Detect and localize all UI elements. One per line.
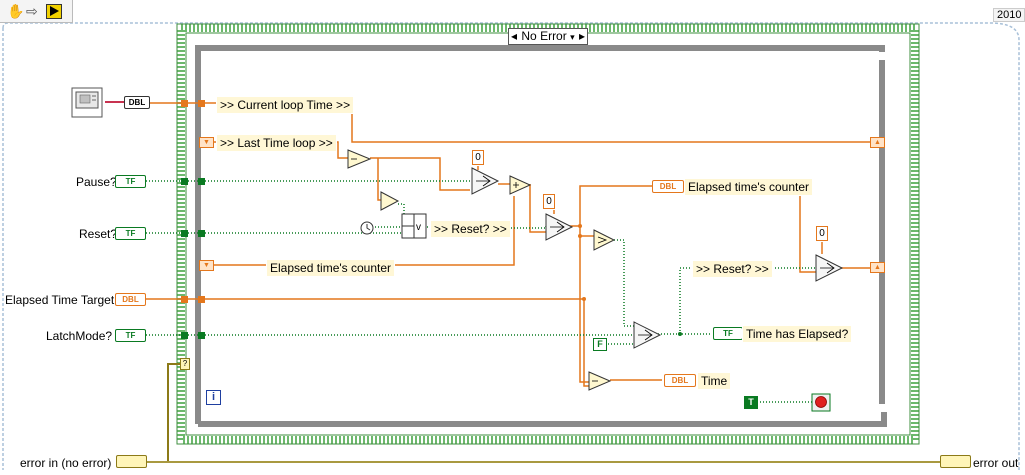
time-has-elapsed-label: Time has Elapsed? (742, 325, 853, 343)
error-out-terminal[interactable] (940, 455, 971, 468)
tunnel[interactable] (198, 230, 205, 237)
version-label: 2010 (993, 8, 1025, 22)
chevron-down-icon[interactable]: ▾ (570, 32, 575, 42)
compare-less-than-zero-function[interactable] (381, 192, 398, 210)
select-function[interactable] (634, 322, 660, 348)
hand-icon[interactable]: ✋ (7, 3, 24, 20)
stop-sign-icon[interactable] (812, 394, 830, 411)
tunnel[interactable] (181, 332, 188, 339)
shift-register-left-last-time[interactable]: ▼ (199, 137, 214, 148)
pause-control-terminal[interactable]: TF (115, 175, 146, 188)
wire-label-last-time-loop: >> Last Time loop >> (216, 134, 337, 152)
greater-or-equal-function[interactable] (594, 230, 614, 250)
wire-label-reset-out: >> Reset? >> (692, 260, 773, 278)
zero-constant[interactable]: 0 (816, 226, 828, 241)
time-output-label: Time (697, 372, 732, 390)
time-has-elapsed-terminal[interactable]: TF (713, 327, 743, 340)
latchmode-control-terminal[interactable]: TF (115, 329, 146, 342)
shift-register-left-elapsed[interactable]: ▼ (199, 260, 214, 271)
wire-label-current-loop-time: >> Current loop Time >> (216, 96, 355, 114)
tunnel[interactable] (181, 296, 188, 303)
tick-count-icon[interactable] (72, 88, 102, 117)
add-function[interactable] (510, 176, 530, 194)
wire-label-elapsed-counter-in: Elapsed time's counter (266, 259, 396, 277)
tick-count-dbl-conversion[interactable]: DBL (124, 96, 150, 109)
case-selector[interactable]: ◂ No Error ▾ ▸ (508, 28, 588, 45)
subtract-function[interactable] (348, 150, 370, 168)
arrow-icon[interactable]: ⇨ (26, 3, 38, 20)
subtract-function[interactable] (589, 372, 610, 390)
time-output-terminal[interactable]: DBL (664, 374, 696, 387)
tunnel[interactable] (198, 178, 205, 185)
tunnel[interactable] (198, 296, 205, 303)
reset-control-label: Reset? (79, 227, 118, 241)
tunnel[interactable] (181, 100, 188, 107)
select-function[interactable] (546, 214, 572, 240)
case-selector-value: No Error (521, 29, 567, 43)
wire-label-reset-in: >> Reset? >> (430, 220, 511, 238)
error-out-label: error out (973, 456, 1019, 470)
latchmode-control-label: LatchMode? (46, 329, 113, 343)
case-selector-prev-icon[interactable]: ◂ (511, 29, 517, 44)
elapsed-counter-local-terminal[interactable]: DBL (652, 180, 684, 193)
loop-iteration-terminal[interactable]: i (206, 390, 221, 405)
error-in-label: error in (no error) (20, 456, 112, 470)
tunnel[interactable] (181, 178, 188, 185)
case-selector-terminal[interactable]: ? (180, 358, 190, 370)
reset-control-terminal[interactable]: TF (115, 227, 146, 240)
shift-register-right-elapsed[interactable]: ▲ (870, 262, 885, 273)
case-selector-next-icon[interactable]: ▸ (579, 29, 585, 44)
tunnel[interactable] (198, 100, 205, 107)
block-diagram-canvas: v (2, 22, 1020, 470)
elapsed-counter-local-label: Elapsed time's counter (684, 178, 814, 196)
run-icon[interactable] (46, 4, 62, 19)
true-constant[interactable]: T (744, 396, 758, 409)
tunnel[interactable] (198, 332, 205, 339)
tunnel[interactable] (181, 230, 188, 237)
zero-constant[interactable]: 0 (543, 194, 555, 209)
select-function[interactable] (816, 255, 842, 281)
error-in-terminal[interactable] (116, 455, 147, 468)
elapsed-time-target-label: Elapsed Time Target (5, 293, 115, 307)
zero-constant[interactable]: 0 (472, 150, 484, 165)
shift-register-right-last-time[interactable]: ▲ (870, 137, 885, 148)
false-constant[interactable]: F (593, 338, 607, 351)
select-function[interactable] (472, 168, 498, 194)
or-function[interactable] (402, 214, 426, 238)
elapsed-time-target-terminal[interactable]: DBL (115, 293, 146, 306)
pause-control-label: Pause? (76, 175, 117, 189)
